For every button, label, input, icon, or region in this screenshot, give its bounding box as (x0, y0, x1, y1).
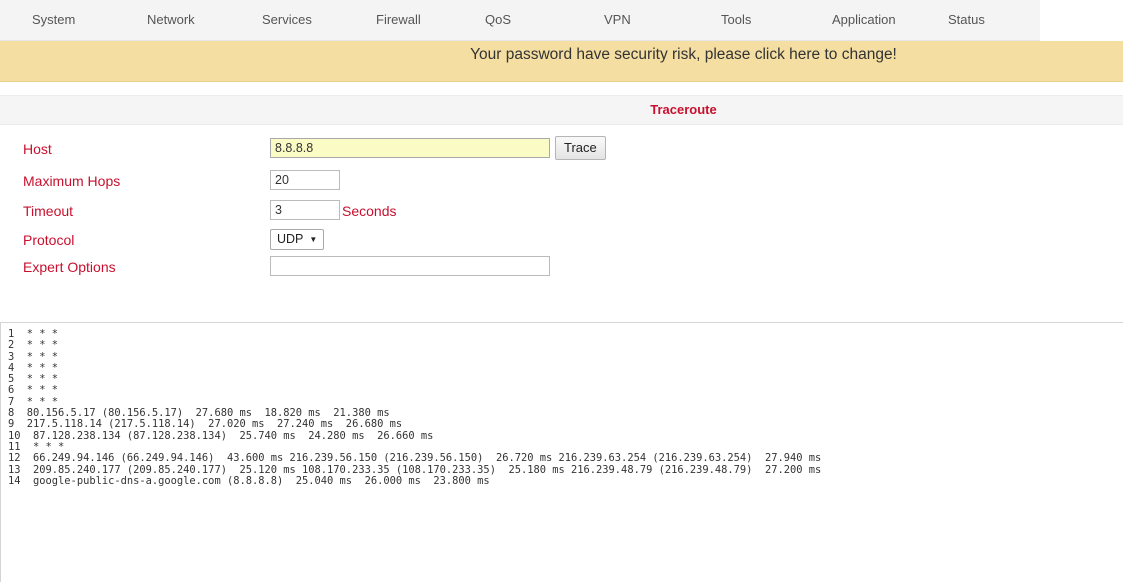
output-line: 14 google-public-dns-a.google.com (8.8.8… (8, 474, 490, 487)
menu-item-qos[interactable]: QoS (485, 0, 511, 40)
output-line: 5 * * * (8, 373, 59, 386)
trace-button[interactable]: Trace (555, 136, 606, 160)
menu-item-network[interactable]: Network (147, 0, 195, 40)
timeout-unit-label: Seconds (342, 203, 397, 219)
host-input[interactable] (270, 138, 550, 158)
host-label: Host (23, 141, 52, 157)
output-line: 3 * * * (8, 350, 59, 363)
protocol-label: Protocol (23, 232, 75, 248)
menu-item-firewall[interactable]: Firewall (376, 0, 421, 40)
output-line: 10 87.128.238.134 (87.128.238.134) 25.74… (8, 429, 434, 442)
password-risk-alert[interactable]: Your password have security risk, please… (0, 41, 1123, 82)
page-title-bar: Traceroute (0, 95, 1123, 125)
output-line: 12 66.249.94.146 (66.249.94.146) 43.600 … (8, 452, 822, 465)
menu-item-tools[interactable]: Tools (721, 0, 751, 40)
max-hops-label: Maximum Hops (23, 173, 121, 189)
output-line: 9 217.5.118.14 (217.5.118.14) 27.020 ms … (8, 418, 403, 431)
menu-item-system[interactable]: System (32, 0, 75, 40)
protocol-selected-value: UDP (277, 232, 304, 246)
protocol-select[interactable]: UDP ▼ (270, 229, 325, 250)
output-line: 6 * * * (8, 384, 59, 397)
output-line: 4 * * * (8, 361, 59, 374)
top-menu-bar: System Network Services Firewall QoS VPN… (0, 0, 1040, 41)
alert-text[interactable]: Your password have security risk, please… (470, 46, 897, 63)
menu-item-services[interactable]: Services (262, 0, 312, 40)
dropdown-arrow-icon: ▼ (309, 235, 318, 244)
output-line: 2 * * * (8, 339, 59, 352)
menu-item-application[interactable]: Application (832, 0, 896, 40)
menu-item-vpn[interactable]: VPN (604, 0, 631, 40)
timeout-input[interactable] (270, 200, 340, 220)
traceroute-output[interactable]: 1 * * * 2 * * * 3 * * * 4 * * * 5 * * * … (0, 322, 1123, 582)
page-title: Traceroute (650, 102, 717, 117)
max-hops-input[interactable] (270, 170, 340, 190)
expert-options-label: Expert Options (23, 259, 116, 275)
output-line: 1 * * * (8, 328, 59, 340)
timeout-label: Timeout (23, 203, 74, 219)
expert-options-input[interactable] (270, 256, 550, 276)
menu-item-status[interactable]: Status (948, 0, 985, 40)
